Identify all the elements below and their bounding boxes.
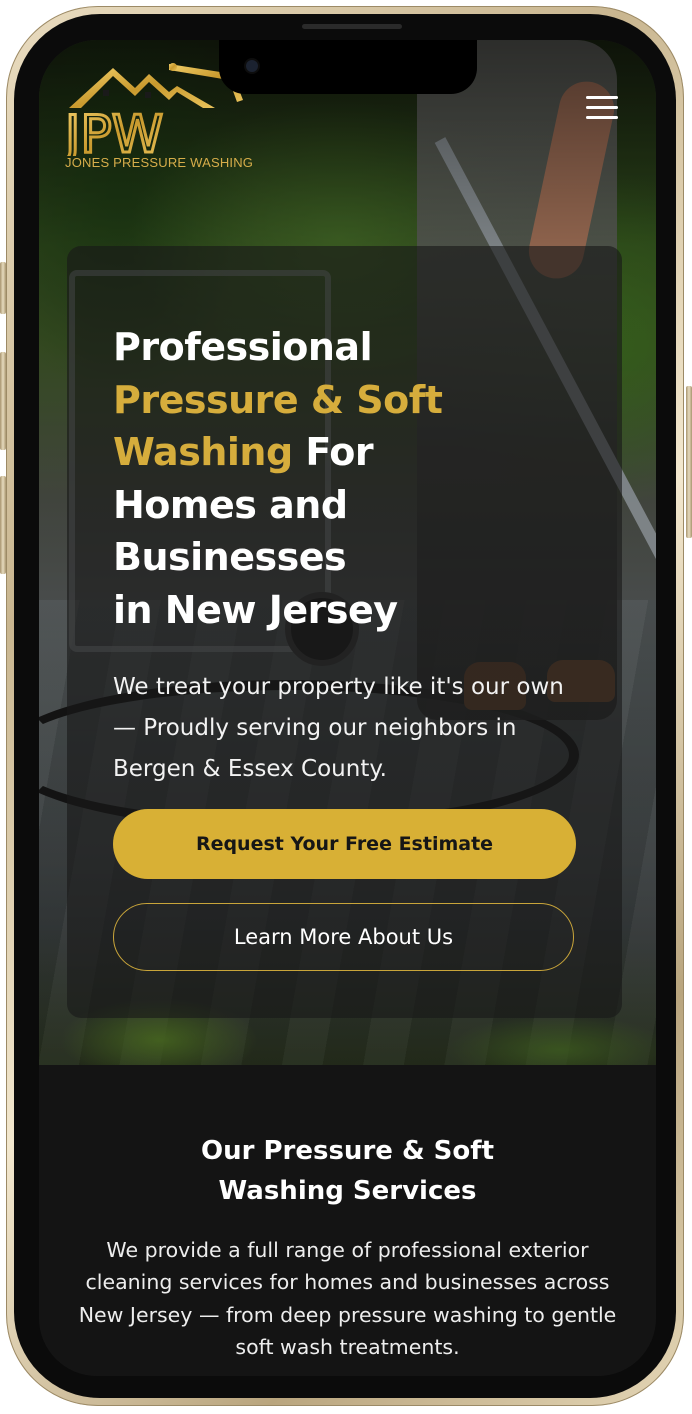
headline-line-4: Homes and [113, 482, 348, 527]
phone-power-button [686, 386, 692, 538]
headline-for: For [292, 430, 374, 475]
svg-text:JPW: JPW [65, 105, 163, 156]
phone-screen: JPW JONES PRESSURE WASHING Professional … [39, 40, 656, 1376]
headline-gold-line-1: Pressure & Soft [113, 377, 443, 422]
phone-volume-down-button [0, 476, 6, 574]
hero-headline: Professional Pressure & Soft Washing For… [113, 321, 593, 636]
phone-speaker [302, 24, 402, 29]
phone-mute-switch [0, 262, 6, 314]
hero-subtext: We treat your property like it's our own… [113, 674, 564, 782]
headline-line-1: Professional [113, 325, 373, 370]
learn-more-button[interactable]: Learn More About Us [113, 903, 574, 971]
headline-gold-line-2: Washing [113, 430, 293, 475]
services-section: Our Pressure & Soft Washing Services We … [39, 1065, 656, 1376]
services-description: We provide a full range of professional … [78, 1237, 617, 1360]
request-estimate-button[interactable]: Request Your Free Estimate [113, 809, 576, 879]
front-camera [246, 60, 258, 72]
headline-line-6: in New Jersey [113, 587, 398, 632]
hero-card: Professional Pressure & Soft Washing For… [67, 246, 622, 1018]
services-title: Our Pressure & Soft Washing Services [139, 1131, 556, 1211]
services-title-line-1: Our Pressure & Soft [200, 1135, 495, 1166]
services-title-line-2: Washing Services [218, 1175, 477, 1206]
headline-line-5: Businesses [113, 535, 347, 580]
hero-section: JPW JONES PRESSURE WASHING Professional … [39, 40, 656, 1065]
phone-volume-up-button [0, 352, 6, 450]
hamburger-menu-icon[interactable] [586, 96, 618, 122]
logo-company-name: JONES PRESSURE WASHING [65, 155, 254, 170]
